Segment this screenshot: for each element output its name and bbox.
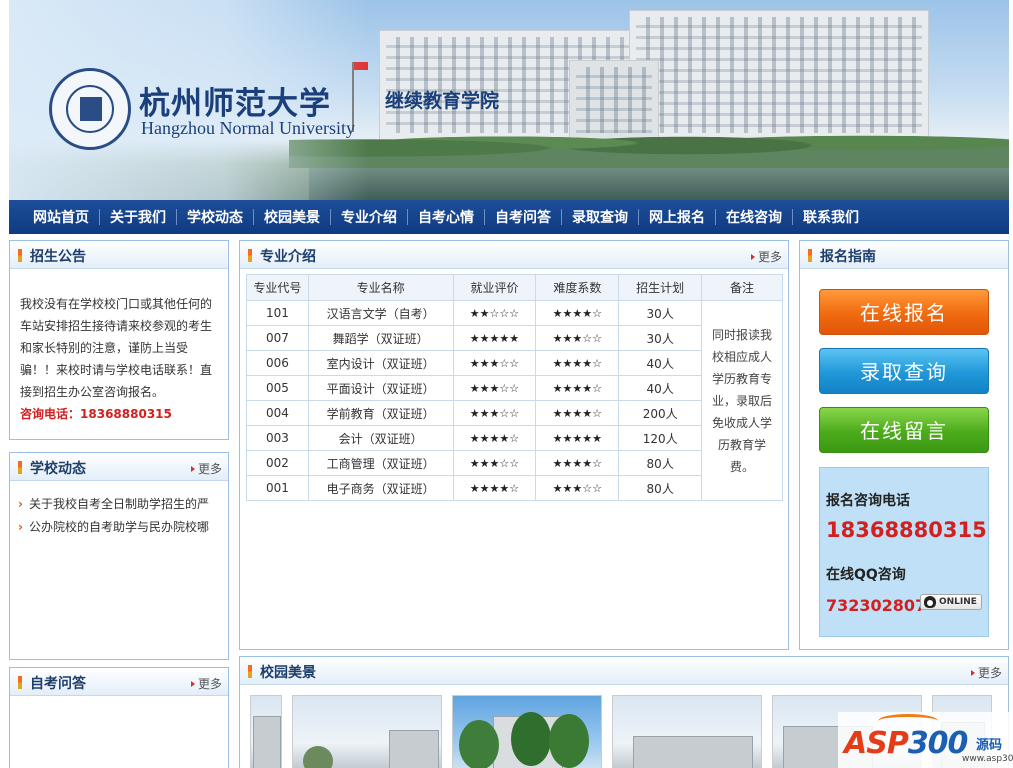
banner-trees: [289, 118, 1009, 168]
tel-label: 报名咨询电话: [826, 493, 910, 509]
table-row: 101 汉语言文学（自考） ★★☆☆☆ ★★★★☆ 30人 同时报读我校相应成人…: [246, 300, 783, 501]
news-item[interactable]: 公办院校的自考助学与民办院校哪: [18, 516, 218, 539]
notice-panel: 招生公告 我校没有在学校校门口或其他任何的车站安排招生接待请来校参观的考生和家长…: [9, 240, 229, 440]
school-name-en: Hangzhou Normal University: [141, 118, 355, 138]
employment-stars: ★★★★☆: [452, 475, 537, 501]
asp300-watermark-logo: ASP300 源码 www.asp300.com: [838, 712, 1013, 768]
difficulty-stars: ★★★★☆: [535, 350, 620, 376]
employment-stars: ★★★★☆: [452, 425, 537, 451]
tel-number: 18368880315: [826, 518, 987, 542]
nav-contact[interactable]: 联系我们: [793, 207, 869, 227]
school-name-cn: 杭州师范大学: [139, 86, 331, 122]
majors-title: 专业介绍: [260, 249, 316, 265]
nav-online-consult[interactable]: 在线咨询: [716, 207, 792, 227]
nav-exam-qa[interactable]: 自考问答: [485, 207, 561, 227]
employment-stars: ★★★☆☆: [452, 375, 537, 401]
difficulty-stars: ★★★☆☆: [535, 475, 620, 501]
col-header-code: 专业代号: [246, 274, 309, 301]
college-name: 继续教育学院: [385, 90, 500, 112]
school-news-title: 学校动态: [30, 461, 86, 477]
majors-note: 同时报读我校相应成人学历教育专业，录取后免收成人学历教育学费。: [701, 300, 783, 501]
col-header-employment: 就业评价: [452, 274, 537, 301]
notice-body: 我校没有在学校校门口或其他任何的车站安排招生接待请来校参观的考生和家长特别的注意…: [10, 269, 228, 425]
section-marker-icon: [18, 249, 22, 262]
notice-phone: 18368880315: [80, 407, 172, 421]
employment-stars: ★★★☆☆: [452, 450, 537, 476]
col-header-plan: 招生计划: [618, 274, 703, 301]
majors-table: 专业代号 专业名称 就业评价 难度系数 招生计划 备注 101 汉语言文学（自考…: [246, 274, 783, 501]
employment-stars: ★★☆☆☆: [452, 300, 537, 326]
campus-photo[interactable]: [612, 695, 762, 768]
exam-qa-panel: 自考问答 更多: [9, 667, 229, 768]
difficulty-stars: ★★★★☆: [535, 450, 620, 476]
notice-text: 我校没有在学校校门口或其他任何的车站安排招生接待请来校参观的考生和家长特别的注意…: [20, 297, 213, 399]
nav-about[interactable]: 关于我们: [100, 207, 176, 227]
header-banner: 杭州师范大学 Hangzhou Normal University 继续教育学院: [9, 0, 1009, 200]
section-marker-icon: [18, 676, 22, 689]
section-marker-icon: [248, 665, 252, 678]
qq-number: 732302807: [826, 596, 927, 615]
nav-school-news[interactable]: 学校动态: [177, 207, 253, 227]
campus-photo[interactable]: [452, 695, 602, 768]
campus-more-link[interactable]: 更多: [971, 664, 1002, 681]
campus-photo[interactable]: [250, 695, 282, 768]
employment-stars: ★★★☆☆: [452, 350, 537, 376]
qq-penguin-icon: [924, 596, 936, 608]
nav-campus[interactable]: 校园美景: [254, 207, 330, 227]
col-header-note: 备注: [701, 274, 783, 301]
main-nav: 网站首页 关于我们 学校动态 校园美景 专业介绍 自考心情 自考问答 录取查询 …: [9, 200, 1009, 234]
difficulty-stars: ★★★★★: [535, 425, 620, 451]
exam-qa-title: 自考问答: [30, 676, 86, 692]
section-marker-icon: [248, 249, 252, 262]
admission-query-button[interactable]: 录取查询: [819, 348, 989, 394]
difficulty-stars: ★★★★☆: [535, 375, 620, 401]
nav-online-apply[interactable]: 网上报名: [639, 207, 715, 227]
campus-title: 校园美景: [260, 665, 316, 681]
majors-more-link[interactable]: 更多: [751, 248, 782, 265]
difficulty-stars: ★★★★☆: [535, 300, 620, 326]
majors-panel: 专业介绍 更多 专业代号 专业名称 就业评价 难度系数 招生计划 备注 101 …: [239, 240, 789, 650]
registration-guide-panel: 报名指南 在线报名 录取查询 在线留言 报名咨询电话 18368880315 在…: [799, 240, 1009, 650]
banner-lake: [309, 168, 1009, 200]
difficulty-stars: ★★★★☆: [535, 400, 620, 426]
section-marker-icon: [18, 461, 22, 474]
employment-stars: ★★★★★: [452, 325, 537, 351]
notice-title: 招生公告: [30, 249, 86, 265]
difficulty-stars: ★★★☆☆: [535, 325, 620, 351]
contact-box: 报名咨询电话 18368880315 在线QQ咨询 732302807 ONLI…: [819, 467, 989, 637]
col-header-name: 专业名称: [307, 274, 454, 301]
guide-title: 报名指南: [820, 249, 876, 265]
section-marker-icon: [808, 249, 812, 262]
news-item[interactable]: 关于我校自考全日制助学招生的严: [18, 493, 218, 516]
online-apply-button[interactable]: 在线报名: [819, 289, 989, 335]
exam-qa-more-link[interactable]: 更多: [191, 675, 222, 692]
qq-online-button[interactable]: ONLINE: [920, 594, 982, 610]
nav-exam-mood[interactable]: 自考心情: [408, 207, 484, 227]
news-list: 关于我校自考全日制助学招生的严 公办院校的自考助学与民办院校哪: [10, 481, 228, 539]
nav-admission-query[interactable]: 录取查询: [562, 207, 638, 227]
qq-label: 在线QQ咨询: [826, 567, 906, 583]
col-header-difficulty: 难度系数: [535, 274, 620, 301]
online-message-button[interactable]: 在线留言: [819, 407, 989, 453]
nav-majors[interactable]: 专业介绍: [331, 207, 407, 227]
notice-phone-label: 咨询电话：: [20, 407, 81, 421]
nav-home[interactable]: 网站首页: [23, 207, 99, 227]
school-news-panel: 学校动态 更多 关于我校自考全日制助学招生的严 公办院校的自考助学与民办院校哪: [9, 452, 229, 660]
university-seal-logo: [49, 68, 131, 150]
school-news-more-link[interactable]: 更多: [191, 460, 222, 477]
employment-stars: ★★★☆☆: [452, 400, 537, 426]
campus-photo[interactable]: [292, 695, 442, 768]
